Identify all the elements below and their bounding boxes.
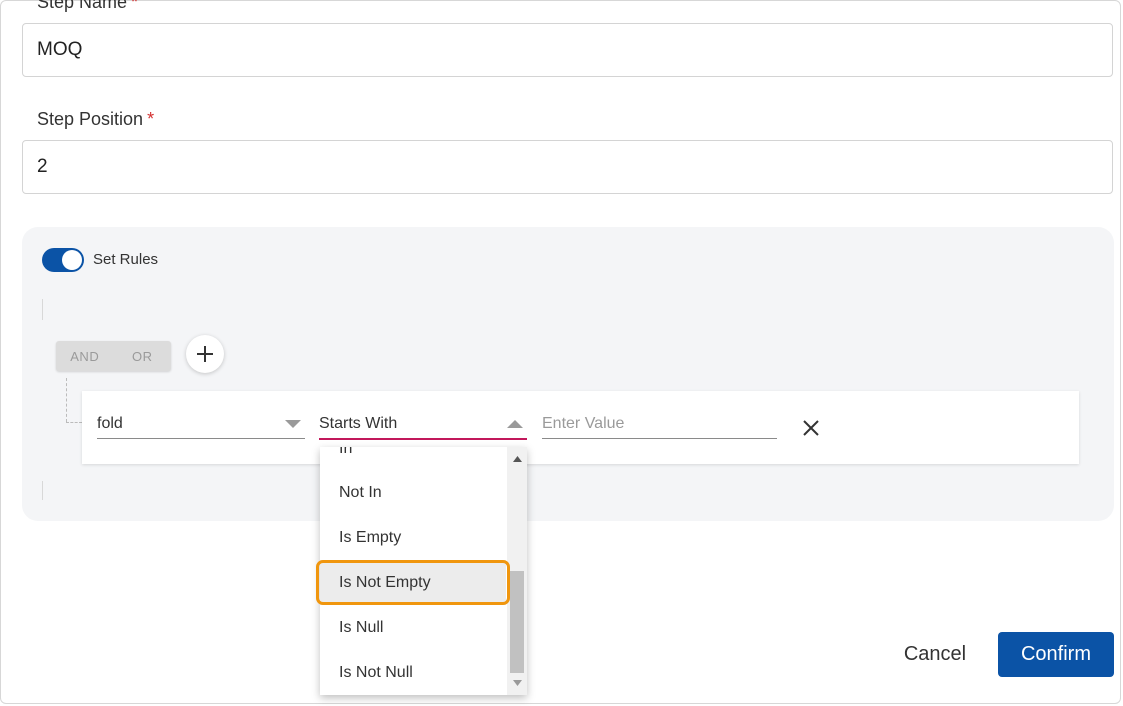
option-in[interactable]: In	[320, 447, 506, 471]
value-input-placeholder: Enter Value	[542, 415, 625, 432]
close-icon	[803, 420, 819, 436]
rules-panel	[22, 227, 1114, 521]
tree-line-bottom	[42, 481, 43, 500]
scroll-thumb[interactable]	[510, 571, 524, 673]
dropdown-scrollbar[interactable]	[507, 447, 527, 695]
tree-connector-vertical	[66, 378, 67, 422]
or-button[interactable]: OR	[114, 341, 172, 371]
step-position-label: Step Position *	[37, 109, 155, 129]
required-mark: *	[131, 0, 139, 12]
required-mark: *	[147, 109, 155, 129]
step-name-value: MOQ	[37, 39, 83, 60]
rule-row: fold Starts With Enter Value	[82, 391, 1079, 464]
option-is-not-null[interactable]: Is Not Null	[320, 650, 506, 695]
add-rule-button[interactable]	[186, 335, 224, 373]
caret-down-icon	[285, 420, 301, 428]
option-is-null[interactable]: Is Null	[320, 605, 506, 650]
cancel-button[interactable]: Cancel	[888, 632, 982, 676]
highlight-box	[316, 560, 510, 605]
tree-connector-horizontal	[66, 422, 82, 423]
field-select[interactable]: fold	[97, 410, 305, 439]
option-is-empty[interactable]: Is Empty	[320, 515, 506, 560]
remove-rule-button[interactable]	[800, 417, 822, 439]
operator-select-value: Starts With	[319, 415, 398, 432]
scroll-down-arrow-icon[interactable]	[513, 680, 522, 686]
and-button[interactable]: AND	[56, 341, 114, 371]
and-or-switch: AND OR	[56, 341, 171, 371]
set-rules-label: Set Rules	[93, 251, 159, 268]
value-input[interactable]: Enter Value	[542, 410, 777, 439]
scroll-up-arrow-icon[interactable]	[513, 456, 522, 462]
tree-line-top	[42, 299, 43, 320]
step-position-input[interactable]: 2	[22, 140, 1113, 194]
step-position-value: 2	[37, 156, 48, 177]
plus-icon	[197, 346, 213, 362]
toggle-knob	[62, 250, 82, 270]
set-rules-toggle[interactable]	[42, 248, 84, 272]
option-not-in[interactable]: Not In	[320, 470, 506, 515]
caret-up-icon	[507, 420, 523, 428]
step-name-label: Step Name *	[37, 0, 138, 13]
confirm-button[interactable]: Confirm	[998, 632, 1114, 677]
operator-select[interactable]: Starts With	[319, 410, 527, 440]
field-select-value: fold	[97, 415, 123, 432]
step-name-input[interactable]: MOQ	[22, 23, 1113, 77]
